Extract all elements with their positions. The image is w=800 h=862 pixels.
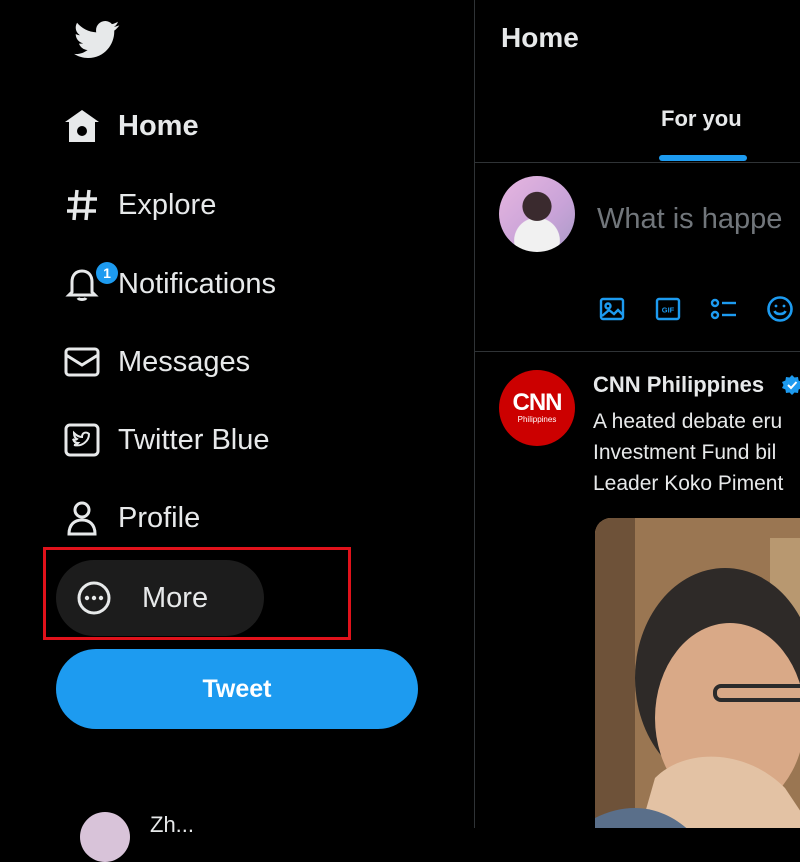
tweet-button[interactable]: Tweet: [56, 649, 418, 729]
nav-item-twitter-blue[interactable]: Twitter Blue: [60, 412, 270, 468]
twitter-logo-icon[interactable]: [73, 20, 120, 60]
nav-label-more: More: [142, 581, 209, 614]
envelope-icon: [60, 340, 104, 384]
account-name: Zh...: [150, 812, 195, 837]
nav-label-explore: Explore: [118, 188, 217, 221]
emoji-icon[interactable]: [765, 294, 795, 324]
person-icon: [60, 496, 104, 540]
tweet-text: A heated debate eru Investment Fund bil …: [593, 406, 800, 499]
image-icon[interactable]: [597, 294, 627, 324]
main-timeline: Home For you GIF CNN Philippi: [474, 0, 800, 828]
divider: [475, 351, 800, 352]
nav-label-notifications: Notifications: [118, 267, 276, 300]
poll-icon[interactable]: [709, 294, 739, 324]
composer-avatar[interactable]: [499, 176, 575, 252]
tweet-text-line: Leader Koko Piment: [593, 472, 784, 495]
cnn-avatar[interactable]: CNN Philippines: [499, 370, 575, 446]
account-avatar[interactable]: [80, 812, 130, 862]
active-tab-indicator: [659, 155, 747, 161]
nav-item-messages[interactable]: Messages: [60, 334, 250, 390]
svg-text:GIF: GIF: [662, 306, 675, 315]
nav-item-notifications[interactable]: 1 Notifications: [60, 256, 276, 312]
verified-badge-icon: [781, 374, 800, 401]
tweet-text-line: Investment Fund bil: [593, 441, 777, 464]
cnn-logo-text: CNN: [512, 389, 563, 416]
nav-item-more[interactable]: More: [56, 560, 264, 636]
more-circle-icon: [72, 576, 116, 620]
tweet-text-line: A heated debate eru: [593, 410, 783, 433]
nav-item-profile[interactable]: Profile: [60, 490, 200, 546]
tab-for-you[interactable]: For you: [661, 106, 742, 132]
nav-label-profile: Profile: [118, 501, 201, 534]
cnn-logo-subtext: Philippines: [517, 415, 557, 424]
nav-label-home: Home: [118, 109, 199, 142]
nav-label-messages: Messages: [118, 345, 251, 378]
page-title: Home: [501, 22, 579, 53]
nav-item-explore[interactable]: Explore: [60, 177, 216, 233]
divider: [475, 162, 800, 163]
gif-icon[interactable]: GIF: [653, 294, 683, 324]
tweet-author-name[interactable]: CNN Philippines: [593, 372, 764, 398]
bell-icon: 1: [60, 262, 118, 306]
compose-tweet-input[interactable]: [595, 196, 800, 242]
nav-item-home[interactable]: Home: [60, 98, 199, 154]
home-icon: [60, 104, 104, 148]
twitter-blue-icon: [60, 418, 104, 462]
tweet-media-image[interactable]: [595, 518, 800, 828]
nav-label-twitter-blue: Twitter Blue: [118, 423, 270, 456]
sidebar: Home Explore 1 Notifications Messages Tw…: [0, 0, 474, 862]
hashtag-icon: [60, 183, 104, 227]
notification-badge: 1: [96, 262, 118, 284]
